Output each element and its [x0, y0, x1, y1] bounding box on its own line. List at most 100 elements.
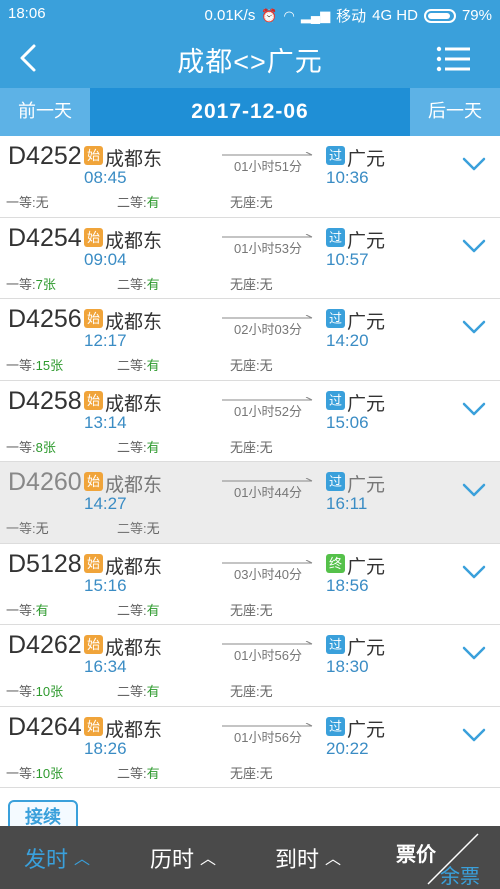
train-row[interactable]: D4264 始成都东 18:26 01小时56分 过广元 20:22 一等:10张 二等:有 无… [0, 706, 500, 788]
first-class-seats: 一等:8张 [6, 437, 56, 456]
second-class-value: 有 [146, 195, 160, 210]
no-seat-value: 无 [259, 276, 273, 292]
first-class-seats: 一等:10张 [6, 681, 63, 700]
departure-station: 成都东 [105, 556, 163, 578]
status-bar: 18:06 0.01K/s ⏰ ◠ ▂▄▆ 移动 4G HD 79% [0, 0, 500, 28]
sort-by-duration[interactable]: 历时 ︿ [150, 842, 216, 874]
first-class-label: 一等: [6, 358, 36, 373]
expand-chevron-icon[interactable] [462, 238, 486, 254]
first-class-value: 10张 [35, 684, 64, 699]
no-seat-label: 无座: [230, 684, 260, 699]
price-remain-toggle[interactable]: 票价 余票 [382, 826, 500, 889]
train-number: D4254 [8, 223, 82, 252]
arrival-time: 10:36 [326, 168, 369, 187]
alarm-icon: ⏰ [261, 7, 278, 23]
travel-duration: 02小时03分 [234, 322, 302, 337]
arrival-station: 广元 [347, 475, 386, 496]
connect-row[interactable]: 接续 [0, 788, 500, 826]
no-seat-value: 无 [259, 195, 273, 210]
first-class-seats: 一等:7张 [6, 274, 56, 293]
second-class-seats: 二等:有 [117, 355, 160, 374]
expand-chevron-icon[interactable] [462, 401, 486, 417]
second-class-label: 二等: [117, 358, 147, 373]
sort-by-arrival[interactable]: 到时 ︿ [275, 842, 341, 874]
start-station-badge: 始 [84, 146, 103, 165]
battery-icon [423, 8, 456, 23]
travel-duration: 03小时40分 [234, 566, 302, 582]
departure-time: 15:16 [84, 575, 127, 595]
second-class-seats: 二等:无 [117, 518, 160, 537]
next-day-button[interactable]: 后一天 [410, 88, 500, 136]
battery-level: 79% [461, 7, 492, 24]
train-row[interactable]: D4254 始成都东 09:04 01小时53分 过广元 10:57 一等:7张 二等:有 无座… [0, 217, 500, 299]
departure-time: 18:26 [84, 738, 127, 758]
train-row[interactable]: D4260 始成都东 14:27 01小时44分过广元 16:11 一等:无 二等:无 [0, 462, 500, 544]
no-seat-label: 无座: [230, 439, 260, 455]
start-station-badge: 始 [84, 390, 103, 410]
wifi-icon: ◠ [283, 7, 295, 23]
sort-duration-label: 历时 [150, 847, 195, 872]
status-time: 18:06 [8, 5, 46, 22]
second-class-value: 有 [146, 358, 160, 373]
first-class-value: 8张 [35, 439, 56, 455]
expand-chevron-icon[interactable] [462, 156, 486, 172]
end-station-badge: 终 [326, 553, 345, 573]
pass-station-badge: 过 [326, 390, 345, 410]
arrival-station: 广元 [347, 719, 386, 741]
train-number: D4252 [8, 142, 82, 170]
status-icons: 0.01K/s ⏰ ◠ ▂▄▆ 移动 4G HD 79% [204, 5, 492, 26]
start-station-badge: 始 [84, 716, 103, 736]
first-class-label: 一等: [6, 602, 36, 618]
pass-station-badge: 过 [326, 309, 345, 328]
sort-arrival-label: 到时 [275, 847, 320, 872]
travel-duration: 01小时56分 [234, 729, 302, 745]
departure-time: 09:04 [84, 249, 127, 269]
departure-time: 14:27 [84, 494, 127, 513]
arrival-time: 16:11 [326, 494, 368, 513]
arrival-time: 14:20 [326, 331, 369, 350]
departure-station: 成都东 [105, 393, 163, 415]
arrival-station: 广元 [347, 393, 386, 415]
no-seat-value: 无 [259, 439, 273, 455]
selected-date[interactable]: 2017-12-06 [90, 88, 410, 136]
train-number: D4260 [8, 468, 82, 496]
train-number: D4256 [8, 305, 82, 333]
sort-by-departure[interactable]: 发时 ︿ [24, 842, 90, 874]
expand-chevron-icon[interactable] [462, 645, 486, 661]
train-row[interactable]: D4256 始成都东 12:17 02小时03分 过广元 14:20 一等:15张 二等:有 无… [0, 299, 500, 381]
train-row[interactable]: D4258 始成都东 13:14 01小时52分 过广元 15:06 一等:8张 二等:有 无座… [0, 380, 500, 462]
departure-station: 成都东 [105, 475, 163, 496]
pass-station-badge: 过 [326, 227, 345, 247]
connect-button[interactable]: 接续 [8, 800, 78, 826]
second-class-value: 有 [146, 765, 160, 781]
first-class-seats: 一等:10张 [6, 763, 63, 782]
start-station-badge: 始 [84, 309, 103, 328]
no-seat-label: 无座: [230, 195, 260, 210]
pass-station-badge: 过 [326, 472, 345, 491]
first-class-label: 一等: [6, 765, 36, 781]
first-class-label: 一等: [6, 439, 36, 455]
second-class-seats: 二等:有 [117, 192, 160, 211]
arrival-time: 20:22 [326, 738, 369, 758]
expand-chevron-icon[interactable] [462, 319, 486, 335]
train-row[interactable]: D4252 始成都东 08:45 01小时51分过广元 10:36 一等:无 二等:有 无座:… [0, 136, 500, 218]
no-seat-tickets: 无座:无 [230, 681, 273, 700]
signal-icon: ▂▄▆ [300, 7, 331, 23]
expand-chevron-icon[interactable] [462, 482, 486, 498]
prev-day-button[interactable]: 前一天 [0, 88, 90, 136]
departure-station: 成都东 [105, 230, 163, 252]
no-seat-label: 无座: [230, 602, 260, 618]
expand-chevron-icon[interactable] [462, 564, 486, 580]
expand-chevron-icon[interactable] [462, 727, 486, 743]
no-seat-value: 无 [259, 765, 273, 781]
second-class-label: 二等: [117, 439, 147, 455]
first-class-label: 一等: [6, 276, 36, 292]
train-row[interactable]: D4262 始成都东 16:34 01小时56分 过广元 18:30 一等:10张 二等:有 无… [0, 625, 500, 707]
first-class-value: 7张 [35, 276, 56, 292]
first-class-seats: 一等:无 [6, 518, 49, 537]
menu-icon[interactable] [436, 46, 470, 72]
arrival-time: 10:57 [326, 249, 369, 269]
arrival-station: 广元 [347, 149, 386, 170]
train-row[interactable]: D5128 始成都东 15:16 03小时40分终广元 18:56 一等:有 二等:有 无座:… [0, 543, 500, 625]
travel-duration: 01小时44分 [234, 485, 302, 500]
